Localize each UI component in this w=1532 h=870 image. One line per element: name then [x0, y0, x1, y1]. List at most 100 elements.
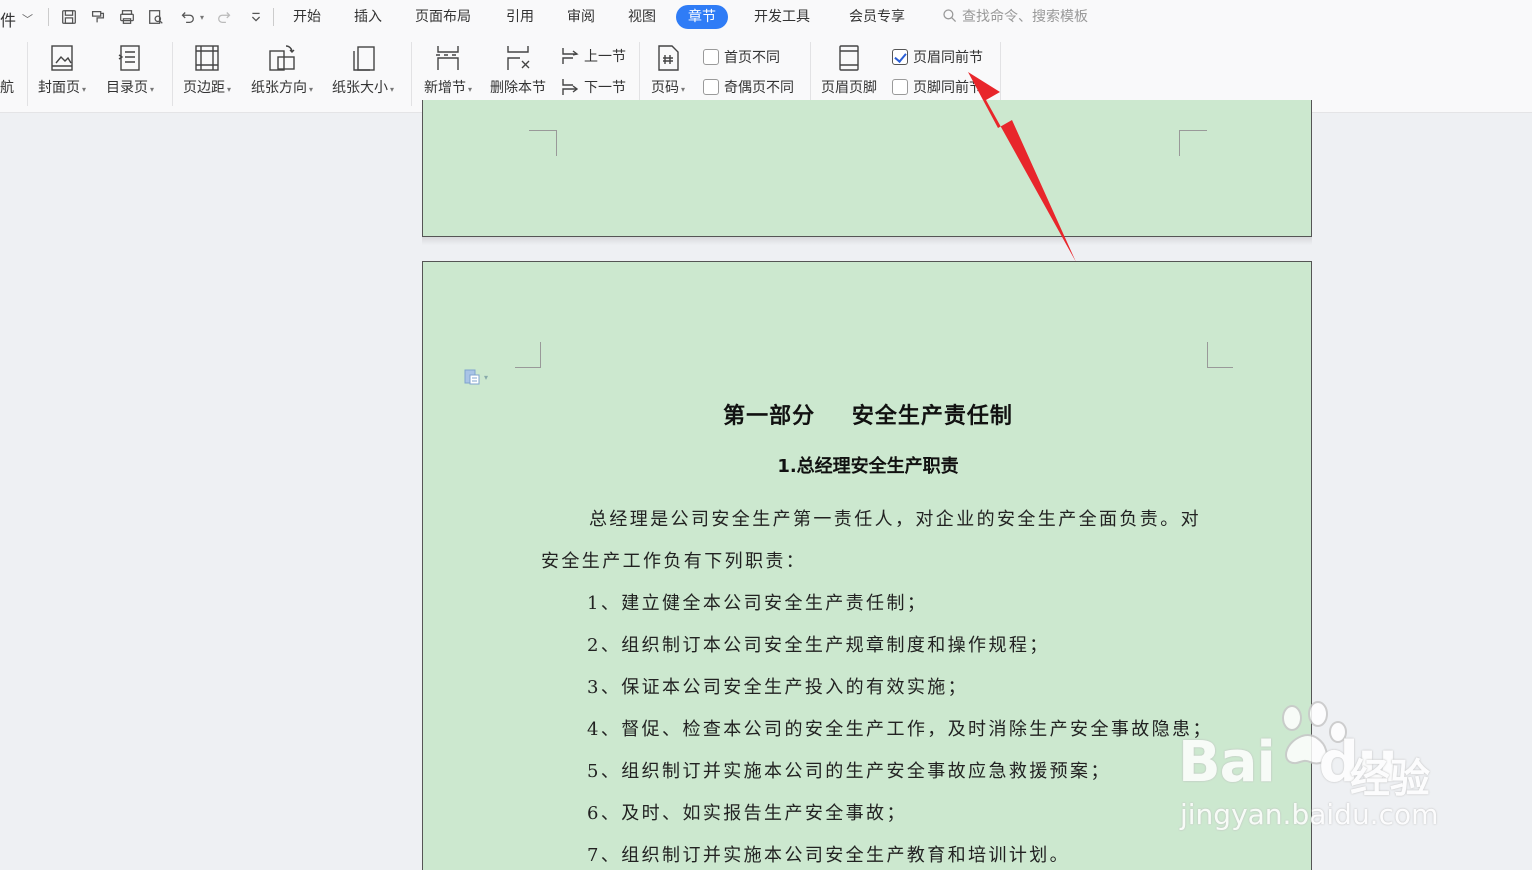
page-gap — [422, 237, 1312, 245]
document-subtitle: 1.总经理安全生产职责 — [777, 456, 959, 477]
delete-section-button[interactable]: 删除本节 — [490, 42, 546, 96]
format-painter-icon[interactable] — [87, 6, 109, 28]
margin-corner-mark — [529, 130, 557, 156]
cover-page-label: 封面页 — [38, 80, 80, 96]
toc-page-button[interactable]: 目录页 ▾ — [106, 42, 154, 98]
chevron-down-icon: ﹀ — [22, 13, 34, 26]
orientation-button[interactable]: 纸张方向 ▾ — [251, 42, 313, 98]
paste-options-icon[interactable]: ▾ — [463, 368, 488, 386]
checkbox-box[interactable] — [703, 79, 719, 95]
toc-page-icon — [115, 42, 145, 74]
cover-page-icon — [47, 42, 77, 74]
search-placeholder: 查找命令、搜索模板 — [962, 9, 1088, 25]
list-item: 3、保证本公司安全生产投入的有效实施； — [587, 677, 969, 698]
paragraph-line: 总经理是公司安全生产第一责任人，对企业的安全生产全面负责。对 — [589, 509, 1201, 530]
odd-even-different-checkbox[interactable]: 奇偶页不同 — [703, 77, 794, 97]
divider — [411, 42, 412, 106]
cover-page-button[interactable]: 封面页 ▾ — [38, 42, 86, 98]
new-section-button[interactable]: 新增节 ▾ — [424, 42, 472, 98]
list-item: 1、建立健全本公司安全生产责任制； — [587, 593, 928, 614]
divider — [1000, 42, 1001, 106]
save-icon[interactable] — [58, 6, 80, 28]
tab-view[interactable]: 视图 — [626, 5, 658, 29]
list-item: 6、及时、如实报告生产安全事故； — [587, 803, 907, 824]
list-item: 2、组织制订本公司安全生产规章制度和操作规程； — [587, 635, 1050, 656]
header-same-as-previous-label: 页眉同前节 — [913, 50, 983, 66]
baidu-watermark: Bai du 经验 jingyan.baidu.com — [1170, 700, 1460, 840]
header-footer-label: 页眉页脚 — [821, 80, 877, 96]
print-icon[interactable] — [116, 6, 138, 28]
checkbox-box[interactable] — [892, 49, 908, 65]
margin-corner-mark — [515, 342, 541, 368]
toolbar: 件 ﹀ ▾ 开始 插入 页面布局 引用 审阅 视图 章节 开发工具 会员专享 查… — [0, 0, 1532, 113]
redo-icon[interactable] — [214, 6, 236, 28]
undo-icon[interactable] — [176, 6, 198, 28]
list-item: 4、督促、检查本公司的安全生产工作，及时消除生产安全事故隐患； — [587, 719, 1213, 740]
prev-section-button[interactable]: 上一节 — [560, 46, 626, 66]
footer-same-as-previous-checkbox[interactable]: 页脚同前节 — [892, 77, 983, 97]
first-page-different-label: 首页不同 — [724, 50, 780, 66]
page-number-icon — [653, 42, 683, 74]
list-item: 5、组织制订并实施本公司的生产安全事故应急救援预案； — [587, 761, 1111, 782]
document-title: 第一部分 安全生产责任制 — [723, 404, 1013, 429]
navigation-button[interactable]: 航 — [0, 80, 14, 96]
margins-label: 页边距 — [183, 80, 225, 96]
divider — [639, 42, 640, 106]
paragraph-line: 安全生产工作负有下列职责： — [541, 551, 807, 572]
customize-toolbar-icon[interactable] — [245, 6, 267, 28]
next-section-icon — [562, 79, 579, 95]
next-section-button[interactable]: 下一节 — [560, 77, 626, 97]
delete-section-icon — [503, 42, 533, 74]
search-icon — [943, 9, 957, 23]
page-number-label: 页码 — [651, 80, 679, 96]
watermark-url: jingyan.baidu.com — [1180, 798, 1439, 831]
paper-size-icon — [348, 42, 378, 74]
divider — [27, 42, 28, 106]
tab-insert[interactable]: 插入 — [352, 5, 384, 29]
list-item: 7、组织制订并实施本公司安全生产教育和培训计划。 — [587, 845, 1071, 866]
delete-section-label: 删除本节 — [490, 80, 546, 96]
file-menu[interactable]: 件 ﹀ — [0, 7, 33, 31]
file-menu-label: 件 — [0, 11, 17, 30]
tab-section[interactable]: 章节 — [676, 5, 728, 29]
divider — [48, 8, 49, 26]
margin-corner-mark — [1207, 342, 1233, 368]
orientation-label: 纸张方向 — [251, 80, 307, 96]
margins-button[interactable]: 页边距 ▾ — [183, 42, 231, 98]
paper-size-button[interactable]: 纸张大小 ▾ — [332, 42, 394, 98]
new-section-label: 新增节 — [424, 80, 466, 96]
document-page[interactable] — [422, 100, 1312, 237]
prev-section-icon — [562, 48, 579, 64]
margin-corner-mark — [1179, 130, 1207, 156]
divider — [273, 8, 274, 26]
paper-size-label: 纸张大小 — [332, 80, 388, 96]
tab-page-layout[interactable]: 页面布局 — [413, 5, 473, 29]
header-same-as-previous-checkbox[interactable]: 页眉同前节 — [892, 47, 983, 67]
tab-member[interactable]: 会员专享 — [847, 5, 907, 29]
divider — [810, 42, 811, 106]
watermark-cn: 经验 — [1350, 756, 1430, 802]
header-footer-icon — [834, 42, 864, 74]
odd-even-different-label: 奇偶页不同 — [724, 80, 794, 96]
footer-same-as-previous-label: 页脚同前节 — [913, 80, 983, 96]
chevron-down-icon: ▾ — [484, 372, 489, 382]
checkbox-box[interactable] — [892, 79, 908, 95]
tab-review[interactable]: 审阅 — [565, 5, 597, 29]
page-number-button[interactable]: 页码 ▾ — [651, 42, 685, 98]
first-page-different-checkbox[interactable]: 首页不同 — [703, 47, 780, 67]
prev-section-label: 上一节 — [584, 49, 626, 65]
tab-references[interactable]: 引用 — [504, 5, 536, 29]
margins-icon — [192, 42, 222, 74]
toc-page-label: 目录页 — [106, 80, 148, 96]
header-footer-button[interactable]: 页眉页脚 — [821, 42, 877, 96]
divider — [172, 42, 173, 106]
checkbox-box[interactable] — [703, 49, 719, 65]
tab-home[interactable]: 开始 — [291, 5, 323, 29]
command-search[interactable]: 查找命令、搜索模板 — [942, 6, 1088, 26]
orientation-icon — [267, 42, 297, 74]
print-preview-icon[interactable] — [145, 6, 167, 28]
tab-developer[interactable]: 开发工具 — [752, 5, 812, 29]
next-section-label: 下一节 — [584, 80, 626, 96]
undo-dropdown-icon[interactable]: ▾ — [196, 6, 208, 28]
new-section-icon — [433, 42, 463, 74]
